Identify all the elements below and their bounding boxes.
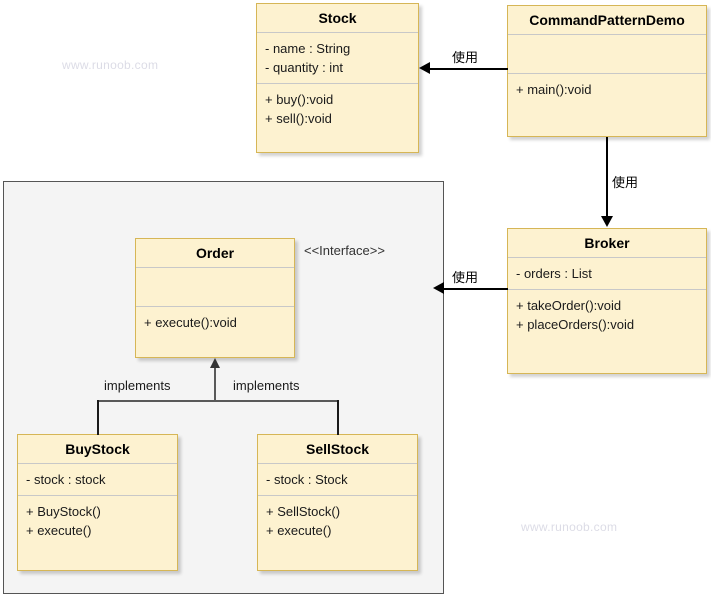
class-attributes-order	[136, 268, 294, 306]
attribute-row: - quantity : int	[265, 60, 344, 75]
arrowhead-demo-to-broker	[601, 216, 613, 227]
class-attributes-stock: - name : String - quantity : int	[257, 33, 418, 83]
class-methods-broker: + takeOrder():void + placeOrders():void	[508, 290, 706, 373]
class-title-order: Order	[195, 245, 235, 261]
edge-label-buystock-implements: implements	[104, 378, 171, 393]
method-row: + buy():void	[265, 92, 334, 107]
class-box-stock[interactable]: Stock - name : String - quantity : int +…	[256, 3, 419, 153]
attribute-row: - stock : Stock	[266, 472, 348, 487]
edge-label-sellstock-implements: implements	[233, 378, 300, 393]
edge-line-implements-buy-stock	[97, 400, 99, 435]
edge-line-implements-bar	[97, 400, 338, 402]
edge-label-demo-uses-stock: 使用	[452, 51, 479, 66]
stereotype-label-interface: <<Interface>>	[304, 243, 385, 258]
edge-line-implements-stem	[214, 368, 216, 401]
class-attributes-broker: - orders : List	[508, 258, 706, 289]
method-row: + SellStock()	[266, 504, 341, 519]
arrowhead-implements-order	[210, 358, 220, 368]
edge-label-broker-uses-order: 使用	[452, 271, 479, 286]
class-title-sell-stock: SellStock	[305, 441, 370, 457]
class-methods-sell-stock: + SellStock() + execute()	[258, 496, 417, 570]
attribute-row: - name : String	[265, 41, 351, 56]
class-box-order[interactable]: Order + execute():void	[135, 238, 295, 358]
uml-diagram-canvas: www.runoob.com www.runoob.com Stock - na…	[0, 0, 711, 597]
edge-line-demo-to-broker	[606, 137, 608, 217]
edge-line-demo-to-stock	[430, 68, 508, 70]
method-row: + execute()	[26, 523, 92, 538]
class-title-command-pattern-demo: CommandPatternDemo	[529, 12, 685, 28]
watermark-bottom-right: www.runoob.com	[521, 520, 618, 534]
method-row: + placeOrders():void	[516, 317, 635, 332]
class-methods-buy-stock: + BuyStock() + execute()	[18, 496, 177, 570]
class-box-broker[interactable]: Broker - orders : List + takeOrder():voi…	[507, 228, 707, 374]
edge-line-broker-to-order	[444, 288, 508, 290]
class-title-buy-stock: BuyStock	[65, 441, 130, 457]
edge-line-implements-sell-stock	[337, 400, 339, 435]
attribute-row: - orders : List	[516, 266, 592, 281]
class-title-stock: Stock	[318, 10, 357, 26]
method-row: + BuyStock()	[26, 504, 101, 519]
class-box-sell-stock[interactable]: SellStock - stock : Stock + SellStock() …	[257, 434, 418, 571]
method-row: + sell():void	[265, 111, 332, 126]
class-attributes-buy-stock: - stock : stock	[18, 464, 177, 495]
edge-label-demo-uses-broker: 使用	[612, 176, 639, 191]
arrowhead-demo-to-stock	[419, 62, 430, 74]
method-row: + execute():void	[144, 315, 237, 330]
class-methods-order: + execute():void	[136, 307, 294, 357]
class-methods-command-pattern-demo: + main():void	[508, 74, 706, 136]
watermark-top-left: www.runoob.com	[62, 58, 159, 72]
class-title-broker: Broker	[584, 235, 630, 251]
arrowhead-broker-to-order	[433, 282, 444, 294]
attribute-row: - stock : stock	[26, 472, 106, 487]
class-box-command-pattern-demo[interactable]: CommandPatternDemo + main():void	[507, 5, 707, 137]
class-methods-stock: + buy():void + sell():void	[257, 84, 418, 152]
method-row: + takeOrder():void	[516, 298, 622, 313]
method-row: + main():void	[516, 82, 592, 97]
class-box-buy-stock[interactable]: BuyStock - stock : stock + BuyStock() + …	[17, 434, 178, 571]
class-attributes-command-pattern-demo	[508, 35, 706, 73]
class-attributes-sell-stock: - stock : Stock	[258, 464, 417, 495]
method-row: + execute()	[266, 523, 332, 538]
